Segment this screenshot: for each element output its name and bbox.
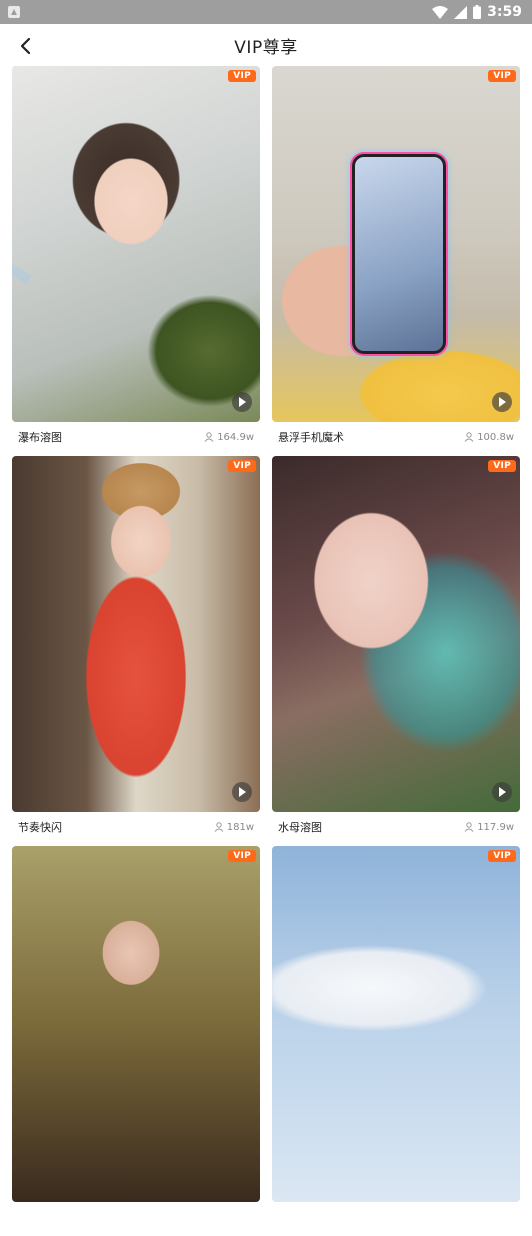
template-name: 节奏快闪 <box>18 821 62 834</box>
usage-count: 181w <box>214 822 254 833</box>
battery-icon <box>473 5 482 19</box>
wifi-icon <box>432 5 449 19</box>
status-bar: 3:59 <box>0 0 532 24</box>
template-card[interactable]: VIP <box>272 846 520 1236</box>
play-icon <box>499 397 506 407</box>
user-icon <box>204 432 214 442</box>
usage-count-value: 117.9w <box>477 821 514 833</box>
template-thumbnail: VIP <box>12 66 260 422</box>
template-grid: VIP 瀑布溶图 164.9w VIP 悬浮手机魔术 100.8w VIP 节奏… <box>12 66 520 1236</box>
back-button[interactable] <box>12 32 40 60</box>
play-icon <box>499 787 506 797</box>
template-name: 悬浮手机魔术 <box>278 431 344 444</box>
usage-count: 100.8w <box>464 432 514 443</box>
play-icon <box>239 397 246 407</box>
template-card[interactable]: VIP <box>12 846 260 1236</box>
user-icon <box>214 822 224 832</box>
play-button[interactable] <box>492 782 512 802</box>
template-name: 瀑布溶图 <box>18 431 62 444</box>
card-meta: 瀑布溶图 164.9w <box>12 422 260 452</box>
card-meta: 节奏快闪 181w <box>12 812 260 842</box>
play-button[interactable] <box>492 392 512 412</box>
usage-count-value: 100.8w <box>477 431 514 443</box>
template-card[interactable]: VIP 瀑布溶图 164.9w <box>12 66 260 456</box>
template-card[interactable]: VIP 水母溶图 117.9w <box>272 456 520 846</box>
vip-badge: VIP <box>488 70 516 82</box>
play-button[interactable] <box>232 392 252 412</box>
vip-badge: VIP <box>228 70 256 82</box>
card-meta: 水母溶图 117.9w <box>272 812 520 842</box>
template-thumbnail: VIP <box>272 66 520 422</box>
user-icon <box>464 822 474 832</box>
page-title: VIP尊享 <box>234 37 298 58</box>
play-button[interactable] <box>232 782 252 802</box>
template-thumbnail: VIP <box>272 846 520 1202</box>
usage-count: 117.9w <box>464 822 514 833</box>
template-card[interactable]: VIP 节奏快闪 181w <box>12 456 260 846</box>
vip-badge: VIP <box>488 850 516 862</box>
template-card[interactable]: VIP 悬浮手机魔术 100.8w <box>272 66 520 456</box>
template-thumbnail: VIP <box>12 846 260 1202</box>
phone-illustration <box>352 154 446 354</box>
top-app-bar: VIP尊享 <box>0 24 532 66</box>
signal-icon <box>454 5 468 19</box>
vip-badge: VIP <box>228 460 256 472</box>
template-thumbnail: VIP <box>272 456 520 812</box>
vip-badge: VIP <box>228 850 256 862</box>
usage-count: 164.9w <box>204 432 254 443</box>
template-thumbnail: VIP <box>12 456 260 812</box>
notification-app-icon <box>8 6 20 18</box>
rainbow-decoration <box>12 66 249 333</box>
user-icon <box>464 432 474 442</box>
usage-count-value: 181w <box>226 821 254 833</box>
play-icon <box>239 787 246 797</box>
status-time: 3:59 <box>487 4 522 20</box>
vip-badge: VIP <box>488 460 516 472</box>
card-meta: 悬浮手机魔术 100.8w <box>272 422 520 452</box>
template-name: 水母溶图 <box>278 821 322 834</box>
chevron-left-icon <box>20 37 31 55</box>
usage-count-value: 164.9w <box>217 431 254 443</box>
